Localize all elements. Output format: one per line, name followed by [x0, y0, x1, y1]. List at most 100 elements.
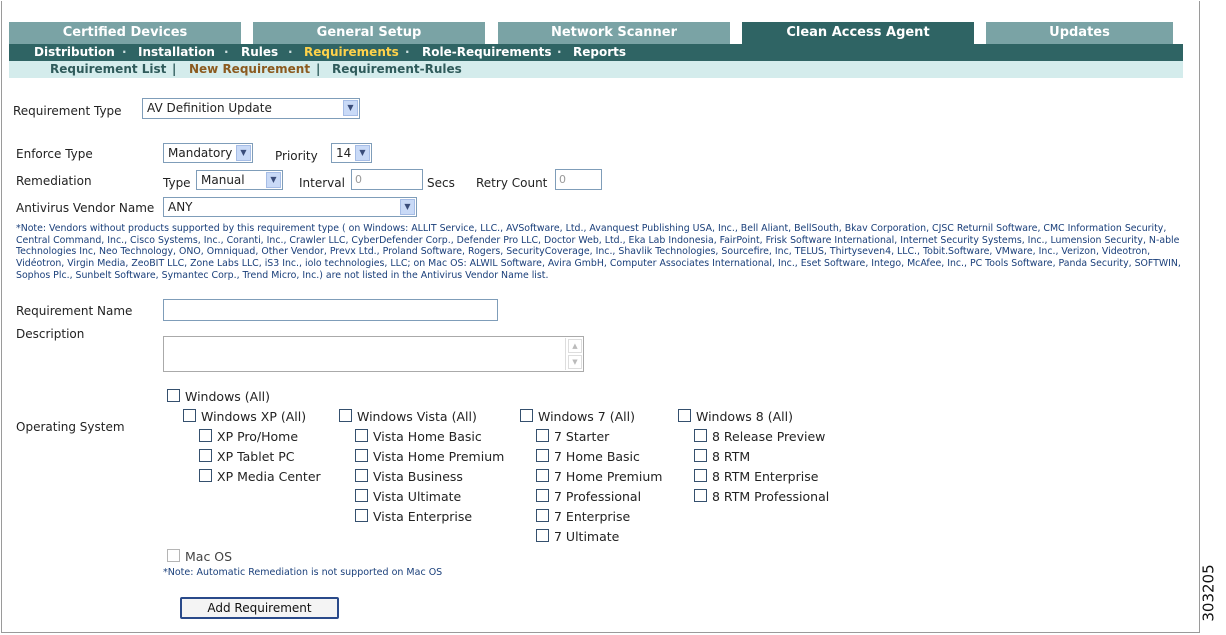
subnav2-separator: |: [172, 62, 177, 76]
os-vista-business[interactable]: Vista Business: [355, 469, 463, 485]
interval-label: Interval: [299, 176, 345, 190]
os-item-label: 8 RTM: [712, 449, 751, 464]
os-vista-ultimate[interactable]: Vista Ultimate: [355, 489, 461, 505]
os-7-starter[interactable]: 7 Starter: [536, 429, 609, 445]
os-item-label: Vista Home Premium: [373, 449, 505, 464]
os-7-enterprise[interactable]: 7 Enterprise: [536, 509, 630, 525]
os-item-label: 7 Ultimate: [554, 529, 620, 544]
os-vista-home-premium[interactable]: Vista Home Premium: [355, 449, 504, 465]
description-label: Description: [16, 327, 85, 341]
os-item-label: XP Media Center: [217, 469, 321, 484]
checkbox[interactable]: [199, 469, 212, 482]
av-vendor-select[interactable]: ANY ▼: [163, 197, 417, 217]
tab-clean-access-agent[interactable]: Clean Access Agent: [742, 22, 974, 44]
add-requirement-button[interactable]: Add Requirement: [180, 597, 339, 619]
remediation-type-label: Type: [163, 176, 191, 190]
enforce-type-select[interactable]: Mandatory ▼: [163, 143, 253, 163]
os-7-home-premium[interactable]: 7 Home Premium: [536, 469, 662, 485]
subnav-installation[interactable]: Installation: [138, 44, 215, 61]
os-xp-pro-home[interactable]: XP Pro/Home: [199, 429, 298, 445]
os-windows-8-all[interactable]: Windows 8 (All): [678, 409, 793, 425]
os-8-rtm[interactable]: 8 RTM: [694, 449, 750, 465]
subnav-role-requirements[interactable]: Role-Requirements: [422, 44, 551, 61]
os-8-release-preview[interactable]: 8 Release Preview: [694, 429, 825, 445]
os-windows-vista-all-label: Windows Vista (All): [357, 409, 477, 424]
checkbox[interactable]: [339, 409, 352, 422]
av-vendor-value: ANY: [168, 200, 193, 214]
checkbox[interactable]: [199, 449, 212, 462]
os-vista-home-basic[interactable]: Vista Home Basic: [355, 429, 482, 445]
chevron-down-icon: ▼: [236, 145, 251, 161]
interval-input[interactable]: 0: [351, 169, 423, 190]
os-windows-xp-all[interactable]: Windows XP (All): [183, 409, 306, 425]
tab-network-scanner[interactable]: Network Scanner: [498, 22, 730, 44]
os-vista-enterprise[interactable]: Vista Enterprise: [355, 509, 472, 525]
subnav-separator: ·: [122, 45, 127, 59]
os-7-professional[interactable]: 7 Professional: [536, 489, 641, 505]
subnav-requirements[interactable]: Requirements: [304, 44, 399, 61]
description-textarea[interactable]: ▲ ▼: [163, 336, 584, 372]
checkbox[interactable]: [355, 489, 368, 502]
checkbox[interactable]: [536, 469, 549, 482]
priority-value: 14: [336, 146, 352, 160]
os-windows-vista-all[interactable]: Windows Vista (All): [339, 409, 477, 425]
checkbox[interactable]: [536, 509, 549, 522]
subnav2-requirement-rules[interactable]: Requirement-Rules: [332, 61, 462, 78]
checkbox[interactable]: [536, 529, 549, 542]
os-mac[interactable]: Mac OS: [167, 549, 232, 565]
subnav2-new-requirement[interactable]: New Requirement: [189, 61, 310, 78]
os-windows-7-all-label: Windows 7 (All): [538, 409, 635, 424]
os-7-ultimate[interactable]: 7 Ultimate: [536, 529, 619, 545]
checkbox[interactable]: [694, 469, 707, 482]
checkbox[interactable]: [536, 489, 549, 502]
requirement-name-input[interactable]: [163, 299, 498, 321]
description-scrollbar[interactable]: ▲ ▼: [565, 338, 582, 370]
checkbox[interactable]: [167, 389, 180, 402]
checkbox[interactable]: [355, 449, 368, 462]
checkbox[interactable]: [694, 489, 707, 502]
enforce-type-value: Mandatory: [168, 146, 233, 160]
checkbox[interactable]: [536, 449, 549, 462]
checkbox[interactable]: [355, 469, 368, 482]
os-item-label: Vista Home Basic: [373, 429, 482, 444]
os-item-label: 7 Professional: [554, 489, 642, 504]
os-item-label: Vista Business: [373, 469, 463, 484]
checkbox[interactable]: [520, 409, 533, 422]
tab-updates[interactable]: Updates: [986, 22, 1173, 44]
os-item-label: 8 RTM Enterprise: [712, 469, 819, 484]
checkbox[interactable]: [694, 449, 707, 462]
subnav-rules[interactable]: Rules: [241, 44, 278, 61]
os-8-rtm-professional[interactable]: 8 RTM Professional: [694, 489, 829, 505]
checkbox[interactable]: [355, 429, 368, 442]
remediation-type-select[interactable]: Manual ▼: [196, 170, 283, 190]
tab-general-setup[interactable]: General Setup: [253, 22, 485, 44]
os-xp-tablet-pc[interactable]: XP Tablet PC: [199, 449, 295, 465]
subnav-reports[interactable]: Reports: [573, 44, 626, 61]
subnav2-requirement-list[interactable]: Requirement List: [50, 61, 166, 78]
os-item-label: 7 Enterprise: [554, 509, 631, 524]
os-windows-8-all-label: Windows 8 (All): [696, 409, 793, 424]
requirement-type-select[interactable]: AV Definition Update ▼: [142, 98, 360, 119]
scroll-up-icon[interactable]: ▲: [568, 339, 582, 353]
os-item-label: XP Pro/Home: [217, 429, 299, 444]
checkbox[interactable]: [678, 409, 691, 422]
checkbox[interactable]: [355, 509, 368, 522]
checkbox[interactable]: [167, 549, 180, 562]
priority-select[interactable]: 14 ▼: [331, 143, 372, 163]
os-xp-media-center[interactable]: XP Media Center: [199, 469, 321, 485]
checkbox[interactable]: [199, 429, 212, 442]
os-7-home-basic[interactable]: 7 Home Basic: [536, 449, 640, 465]
os-windows-all[interactable]: Windows (All): [167, 389, 270, 405]
scroll-down-icon[interactable]: ▼: [568, 355, 582, 369]
subnav-distribution[interactable]: Distribution: [34, 44, 115, 61]
checkbox[interactable]: [536, 429, 549, 442]
tab-certified-devices[interactable]: Certified Devices: [9, 22, 241, 44]
figure-number: 303205: [1200, 560, 1222, 630]
os-windows-7-all[interactable]: Windows 7 (All): [520, 409, 635, 425]
av-vendor-label: Antivirus Vendor Name: [16, 201, 155, 215]
retry-count-input[interactable]: 0: [555, 169, 602, 190]
checkbox[interactable]: [694, 429, 707, 442]
os-8-rtm-enterprise[interactable]: 8 RTM Enterprise: [694, 469, 818, 485]
checkbox[interactable]: [183, 409, 196, 422]
os-item-label: 7 Home Basic: [554, 449, 640, 464]
